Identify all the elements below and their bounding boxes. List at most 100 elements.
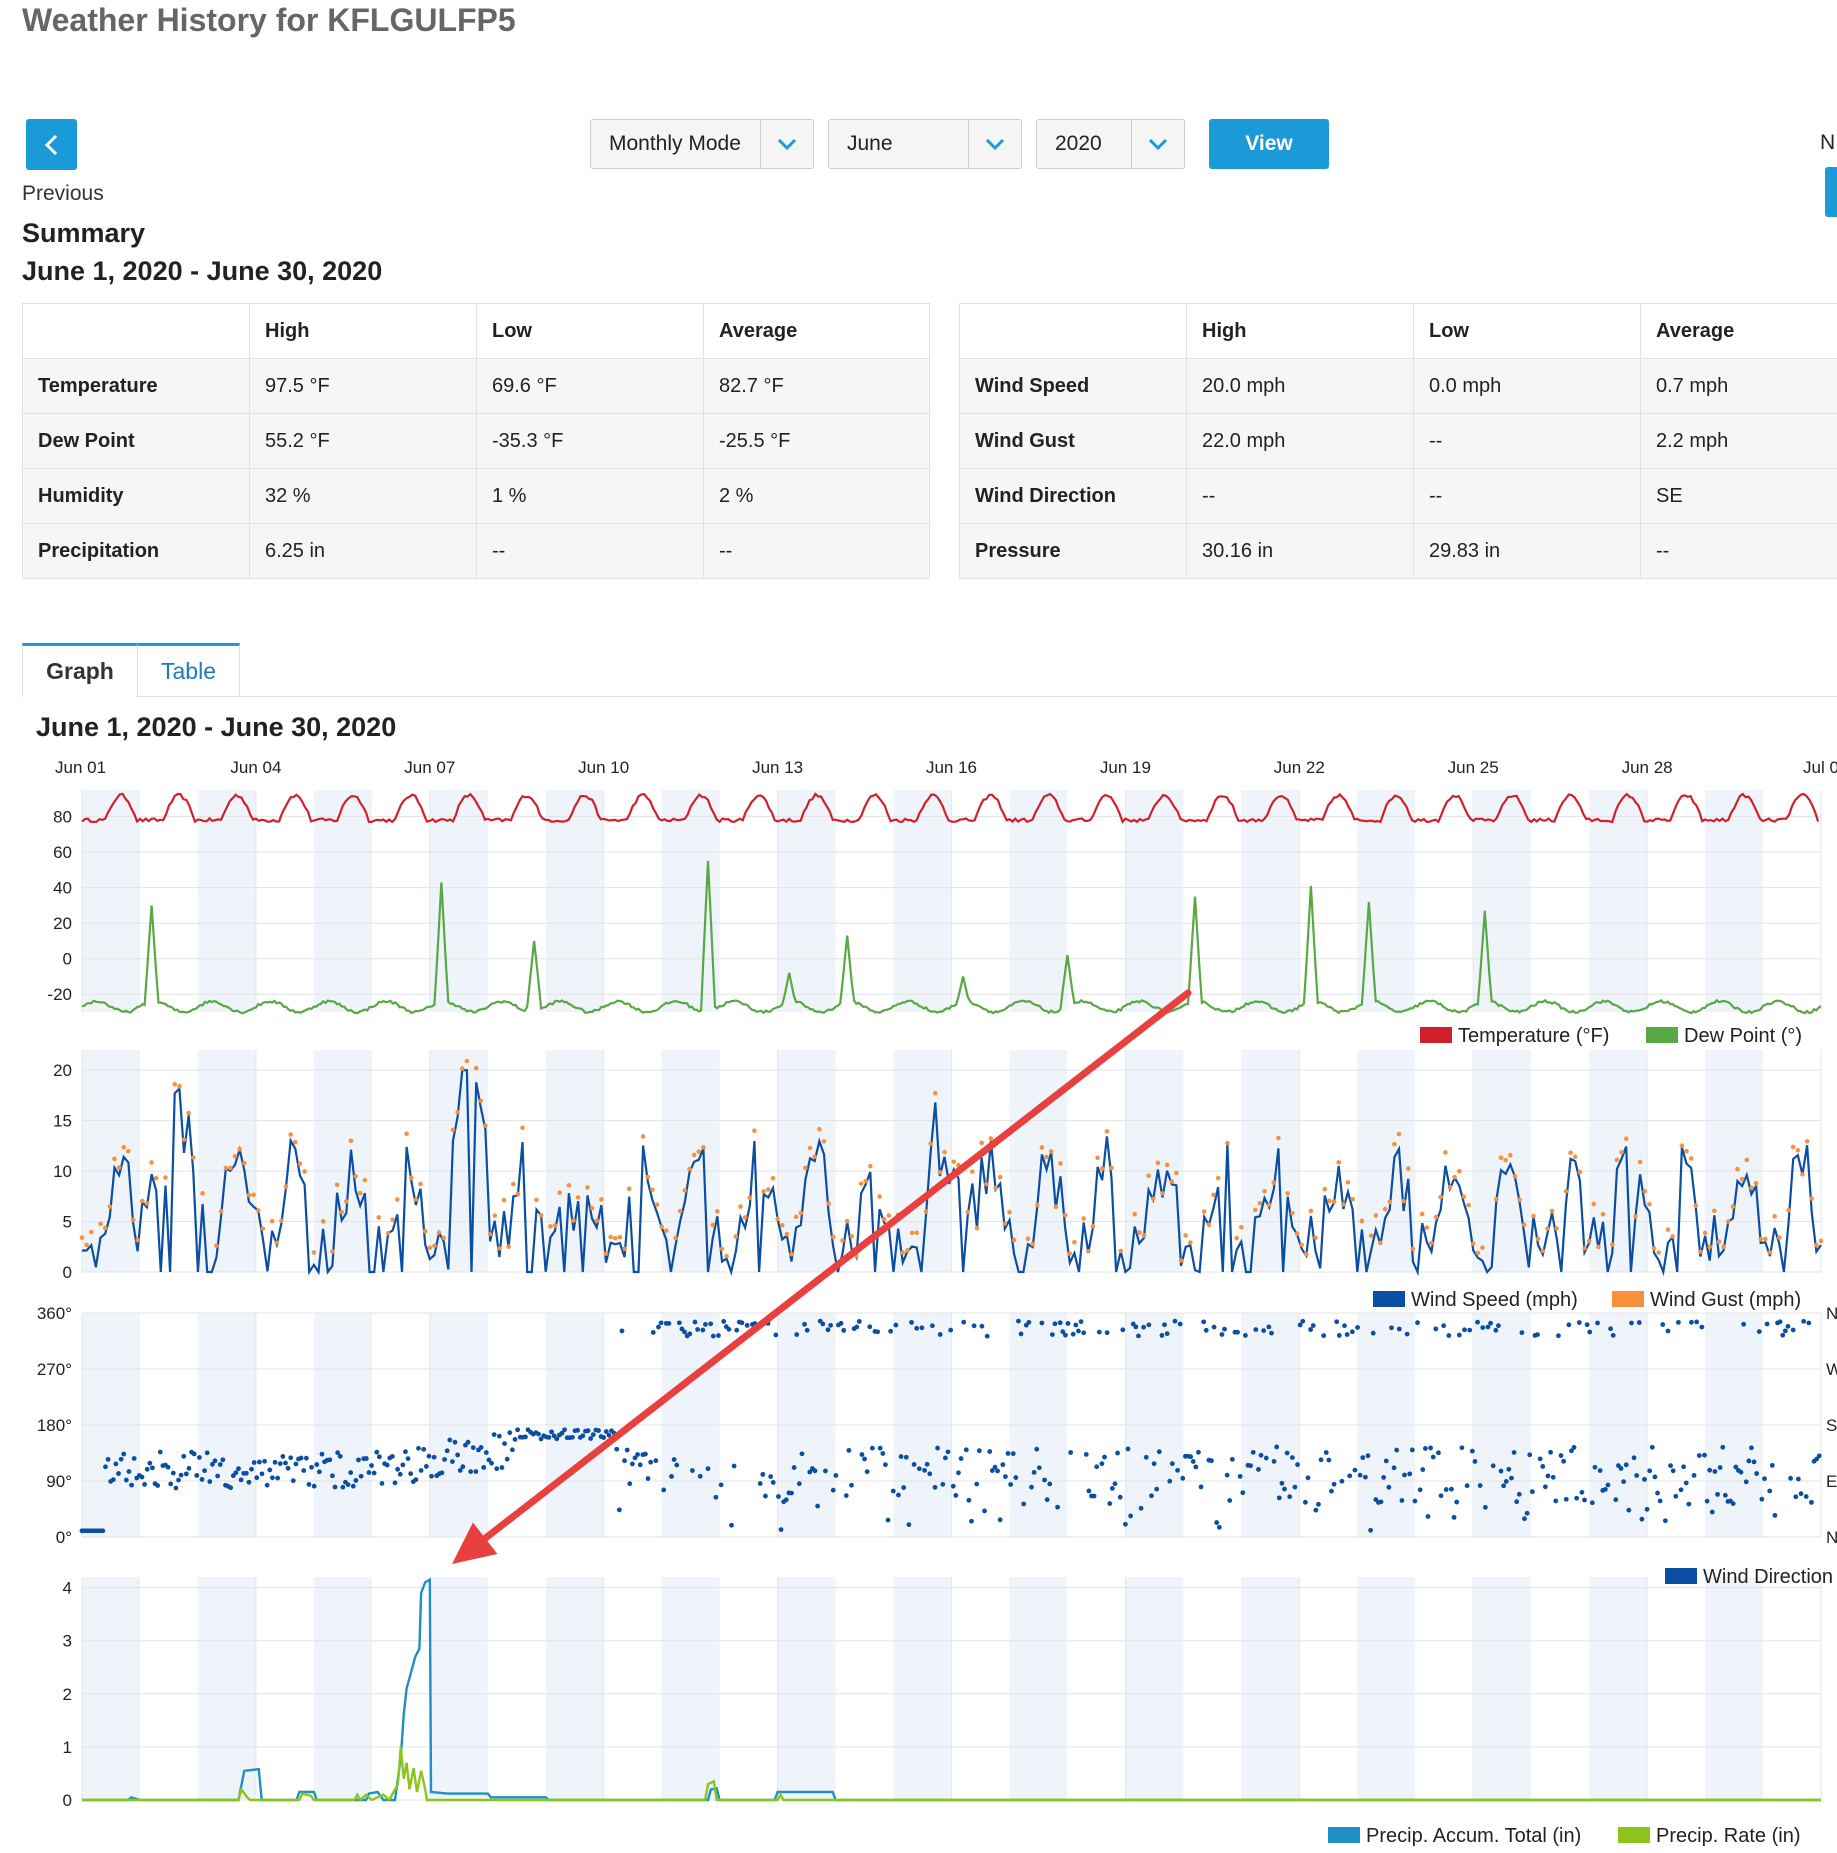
wind-gust-point <box>817 1126 822 1132</box>
wind-direction-point <box>1313 1507 1319 1513</box>
wind-gust-point <box>626 1186 632 1192</box>
wind-direction-point <box>1269 1330 1274 1336</box>
wind-direction-point <box>1162 1322 1167 1328</box>
wind-gust-point <box>575 1195 581 1200</box>
wind-gust-point <box>311 1250 317 1255</box>
wind-direction-point <box>181 1453 187 1459</box>
wind-direction-point <box>314 1462 320 1467</box>
wind-direction-point <box>293 1461 299 1467</box>
wind-gust-point <box>761 1189 766 1194</box>
wind-direction-point <box>869 1445 875 1451</box>
wind-direction-point <box>1456 1332 1462 1338</box>
wind-direction-point <box>1446 1333 1452 1338</box>
wind-gust-point <box>784 1231 790 1237</box>
wind-direction-point <box>1629 1320 1634 1326</box>
wind-direction-point <box>1412 1498 1418 1504</box>
wind-direction-point <box>155 1483 161 1488</box>
wind-direction-point <box>1498 1468 1504 1474</box>
wind-gust-point <box>1735 1166 1740 1172</box>
y-tick-label: 20 <box>53 1061 72 1080</box>
wind-direction-point <box>1287 1494 1293 1500</box>
wind-direction-point <box>1096 1329 1102 1335</box>
wind-direction-point <box>408 1471 414 1477</box>
wind-gust-point <box>1058 1161 1063 1166</box>
wind-direction-point <box>504 1456 510 1462</box>
y-tick-label-right: N <box>1826 1304 1837 1323</box>
wind-direction-point <box>1608 1326 1613 1332</box>
wind-gust-point <box>413 1197 419 1202</box>
day-band <box>1125 790 1184 1012</box>
wind-direction-point <box>1383 1458 1389 1464</box>
wind-direction-point <box>1237 1473 1243 1479</box>
wind-direction-point <box>815 1503 820 1509</box>
wind-gust-point <box>1387 1199 1393 1205</box>
wind-gust-point <box>1322 1186 1328 1192</box>
wind-direction-point <box>653 1458 659 1464</box>
wind-direction-point <box>710 1333 716 1339</box>
wind-direction-point <box>713 1494 719 1500</box>
wind-gust-point <box>914 1230 920 1236</box>
wind-direction-point <box>1436 1450 1441 1456</box>
wind-direction-point <box>1420 1467 1426 1472</box>
wind-gust-point <box>1336 1160 1342 1165</box>
wind-direction-point <box>1214 1520 1220 1525</box>
wind-direction-point <box>262 1458 267 1464</box>
wind-direction-point <box>1235 1329 1240 1335</box>
wind-direction-point <box>695 1327 701 1332</box>
wind-direction-point <box>1036 1465 1042 1471</box>
wind-gust-point <box>640 1134 646 1139</box>
wind-direction-point <box>1592 1464 1598 1470</box>
wind-direction-point <box>270 1475 275 1481</box>
wind-direction-point <box>306 1481 312 1487</box>
wind-direction-point <box>888 1328 894 1334</box>
wind-gust-point <box>1034 1202 1040 1208</box>
wind-direction-point <box>614 1446 620 1452</box>
wind-direction-point <box>1169 1461 1175 1467</box>
wind-gust-point <box>395 1197 400 1202</box>
y-tick-label: 2 <box>63 1685 72 1704</box>
wind-gust-point <box>1405 1166 1411 1171</box>
wind-direction-point <box>914 1325 920 1331</box>
wind-direction-point <box>1180 1475 1186 1481</box>
wind-direction-point <box>1579 1489 1585 1495</box>
wind-gust-point <box>1586 1238 1592 1244</box>
day-band <box>545 1577 604 1800</box>
wind-direction-point <box>1618 1466 1624 1471</box>
wind-direction-point <box>812 1468 818 1474</box>
wind-gust-point <box>172 1082 178 1087</box>
wind-direction-point <box>1454 1499 1460 1505</box>
wind-direction-point <box>340 1484 346 1490</box>
wind-gust-point <box>1178 1258 1184 1263</box>
wind-direction-point <box>1073 1322 1079 1328</box>
wind-gust-point <box>826 1201 831 1206</box>
wind-direction-point <box>1772 1512 1778 1518</box>
x-tick-label: Jun 28 <box>1622 758 1673 777</box>
wind-direction-point <box>1785 1323 1791 1329</box>
wind-gust-point <box>1331 1199 1337 1204</box>
wind-gust-point <box>1507 1152 1513 1158</box>
wind-direction-point <box>943 1455 948 1461</box>
wind-gust-point <box>1577 1169 1583 1175</box>
wind-direction-point <box>1527 1452 1533 1458</box>
wind-gust-point <box>821 1139 827 1144</box>
wind-direction-point <box>1509 1475 1514 1481</box>
day-band <box>313 1577 372 1800</box>
y-tick-label: 10 <box>53 1162 72 1181</box>
wind-gust-point <box>1211 1192 1216 1198</box>
wind-gust-point <box>1610 1242 1615 1247</box>
wind-direction-point <box>499 1465 505 1470</box>
wind-gust-point <box>1809 1196 1815 1201</box>
wind-direction-point <box>1652 1474 1658 1480</box>
legend-swatch-dew-point <box>1646 1027 1678 1043</box>
wind-direction-point <box>1042 1477 1047 1483</box>
wind-gust-point <box>274 1240 280 1245</box>
wind-direction-point <box>995 1468 1000 1474</box>
wind-direction-point <box>113 1461 119 1467</box>
wind-gust-point <box>320 1219 326 1224</box>
wind-direction-point <box>622 1458 627 1464</box>
wind-gust-point <box>1294 1231 1300 1237</box>
wind-gust-point <box>923 1209 929 1214</box>
wind-gust-point <box>1707 1244 1713 1250</box>
wind-direction-point <box>585 1428 591 1434</box>
wind-direction-point <box>880 1451 886 1456</box>
